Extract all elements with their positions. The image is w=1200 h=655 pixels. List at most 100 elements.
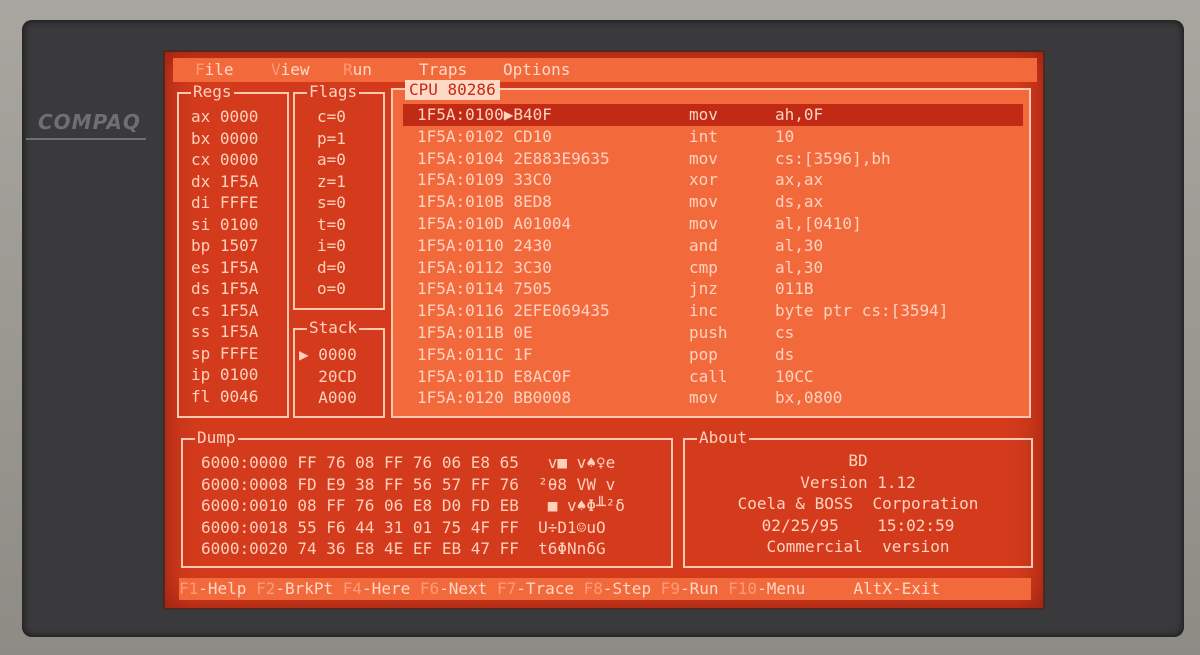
- flag-s[interactable]: s=0: [317, 192, 346, 214]
- status-breakpoint[interactable]: F2-BrkPt: [256, 579, 333, 598]
- code-address: 1F5A:0112 3C30: [417, 257, 552, 277]
- status-next[interactable]: F6-Next: [420, 579, 487, 598]
- status-step-key: F8: [583, 579, 603, 598]
- code-row[interactable]: 1F5A:0114 7505 jnz 011B: [403, 278, 1023, 300]
- code-opcode: jnz: [689, 279, 718, 299]
- code-operands: 10CC: [775, 366, 814, 386]
- menu-file-hotkey: F: [195, 60, 205, 79]
- status-trace[interactable]: F7-Trace: [497, 579, 574, 598]
- brand-rule: [26, 138, 146, 140]
- code-address: 1F5A:0114 7505: [417, 279, 552, 299]
- status-run[interactable]: F9-Run: [661, 579, 719, 598]
- code-opcode: inc: [689, 301, 718, 321]
- code-row[interactable]: 1F5A:0112 3C30 cmp al,30: [403, 257, 1023, 279]
- stack-entry[interactable]: ▶ 0000: [299, 344, 357, 366]
- code-row[interactable]: 1F5A:0109 33C0 xor ax,ax: [403, 169, 1023, 191]
- register-dx[interactable]: dx 1F5A: [191, 171, 258, 193]
- code-opcode: xor: [689, 170, 718, 190]
- flag-t[interactable]: t=0: [317, 214, 346, 236]
- code-opcode: mov: [689, 213, 718, 233]
- code-opcode: and: [689, 235, 718, 255]
- register-ax[interactable]: ax 0000: [191, 106, 258, 128]
- status-step-label: -Step: [602, 579, 652, 598]
- code-operands: ax,ax: [775, 170, 824, 190]
- register-cs[interactable]: cs 1F5A: [191, 300, 258, 322]
- register-ip[interactable]: ip 0100: [191, 364, 258, 386]
- stack-entry[interactable]: 20CD: [299, 366, 357, 388]
- flag-c[interactable]: c=0: [317, 106, 346, 128]
- flag-o[interactable]: o=0: [317, 278, 346, 300]
- status-help[interactable]: F1-Help: [179, 579, 246, 598]
- code-row[interactable]: 1F5A:0102 CD10 int 10: [403, 126, 1023, 148]
- register-ss[interactable]: ss 1F5A: [191, 321, 258, 343]
- code-operands: ds,ax: [775, 192, 824, 212]
- status-step[interactable]: F8-Step: [584, 579, 651, 598]
- code-opcode: mov: [689, 192, 718, 212]
- flag-a[interactable]: a=0: [317, 149, 346, 171]
- flag-d[interactable]: d=0: [317, 257, 346, 279]
- stack-entry[interactable]: A000: [299, 387, 357, 409]
- code-operands: byte ptr cs:[3594]: [775, 301, 949, 321]
- status-breakpoint-label: -BrkPt: [275, 579, 334, 598]
- status-exit[interactable]: AltX-Exit: [853, 579, 940, 598]
- cpu-panel-title: CPU 80286: [405, 80, 500, 100]
- menu-file[interactable]: File: [195, 58, 234, 82]
- status-run-key: F9: [660, 579, 680, 598]
- code-row[interactable]: 1F5A:0120 BB0008 mov bx,0800: [403, 387, 1023, 409]
- register-di[interactable]: di FFFE: [191, 192, 258, 214]
- code-operands: ds: [775, 344, 795, 364]
- status-breakpoint-key: F2: [256, 579, 276, 598]
- menu-traps[interactable]: Traps: [419, 58, 467, 82]
- cpu-disassembly-panel: 1F5A:0100▶B40F mov ah,0F 1F5A:0102 CD10 int…: [391, 88, 1031, 418]
- register-bx[interactable]: bx 0000: [191, 128, 258, 150]
- menu-view[interactable]: View: [271, 58, 310, 82]
- code-operands: 011B: [775, 279, 814, 299]
- code-row[interactable]: 1F5A:0110 2430 and al,30: [403, 235, 1023, 257]
- code-address: 1F5A:0116 2EFE069435: [417, 301, 610, 321]
- code-opcode: cmp: [689, 257, 718, 277]
- flag-i[interactable]: i=0: [317, 235, 346, 257]
- register-si[interactable]: si 0100: [191, 214, 258, 236]
- menu-options[interactable]: Options: [503, 58, 570, 82]
- code-row[interactable]: 1F5A:011C 1F pop ds: [403, 344, 1023, 366]
- stack-title: Stack: [307, 318, 360, 337]
- code-address: 1F5A:0104 2E883E9635: [417, 148, 610, 168]
- code-address: 1F5A:011C 1F: [417, 344, 533, 364]
- register-sp[interactable]: sp FFFE: [191, 343, 258, 365]
- code-row[interactable]: 1F5A:010B 8ED8 mov ds,ax: [403, 191, 1023, 213]
- code-address: 1F5A:0102 CD10: [417, 126, 552, 146]
- register-es[interactable]: es 1F5A: [191, 257, 258, 279]
- code-operands: bx,0800: [775, 388, 843, 408]
- flag-z[interactable]: z=1: [317, 171, 346, 193]
- register-fl[interactable]: fl 0046: [191, 386, 258, 408]
- dump-row[interactable]: 6000:0010 08 FF 76 06 E8 D0 FD EB ■ v♠Φ╨…: [201, 495, 625, 517]
- code-row-current[interactable]: 1F5A:0100▶B40F mov ah,0F: [403, 104, 1023, 126]
- code-row[interactable]: 1F5A:011B 0E push cs: [403, 322, 1023, 344]
- register-bp[interactable]: bp 1507: [191, 235, 258, 257]
- dump-row[interactable]: 6000:0008 FD E9 38 FF 56 57 FF 76 ²θ8 VW…: [201, 474, 625, 496]
- register-cx[interactable]: cx 0000: [191, 149, 258, 171]
- menu-run[interactable]: Run: [343, 58, 372, 82]
- status-trace-key: F7: [496, 579, 517, 598]
- status-help-label: -Help: [198, 579, 247, 598]
- dump-row[interactable]: 6000:0020 74 36 E8 4E EF EB 47 FF t6ΦNnδ…: [201, 538, 625, 560]
- status-next-key: F6: [419, 579, 440, 598]
- flag-p[interactable]: p=1: [317, 128, 346, 150]
- code-row[interactable]: 1F5A:010D A01004 mov al,[0410]: [403, 213, 1023, 235]
- code-row[interactable]: 1F5A:0116 2EFE069435 inc byte ptr cs:[3594…: [403, 300, 1023, 322]
- code-address: 1F5A:0120 BB0008: [417, 388, 572, 408]
- code-opcode: mov: [689, 105, 718, 124]
- register-ds[interactable]: ds 1F5A: [191, 278, 258, 300]
- about-version: Version 1.12: [800, 472, 916, 492]
- code-address: 1F5A:011B 0E: [417, 322, 533, 342]
- dump-row[interactable]: 6000:0000 FF 76 08 FF 76 06 E8 65 v■ v♠♀…: [201, 452, 625, 474]
- menu-run-label: un: [352, 60, 372, 79]
- status-here[interactable]: F4-Here: [343, 579, 410, 598]
- status-help-key: F1: [179, 579, 199, 598]
- dump-row[interactable]: 6000:0018 55 F6 44 31 01 75 4F FF U÷D1☺u…: [201, 517, 625, 539]
- status-menu[interactable]: F10-Menu: [728, 579, 805, 598]
- code-row[interactable]: 1F5A:011D E8AC0F call 10CC: [403, 366, 1023, 388]
- code-row[interactable]: 1F5A:0104 2E883E9635 mov cs:[3596],bh: [403, 148, 1023, 170]
- code-operands: 10: [775, 126, 795, 146]
- about-company: Coela & BOSS Corporation: [737, 494, 979, 514]
